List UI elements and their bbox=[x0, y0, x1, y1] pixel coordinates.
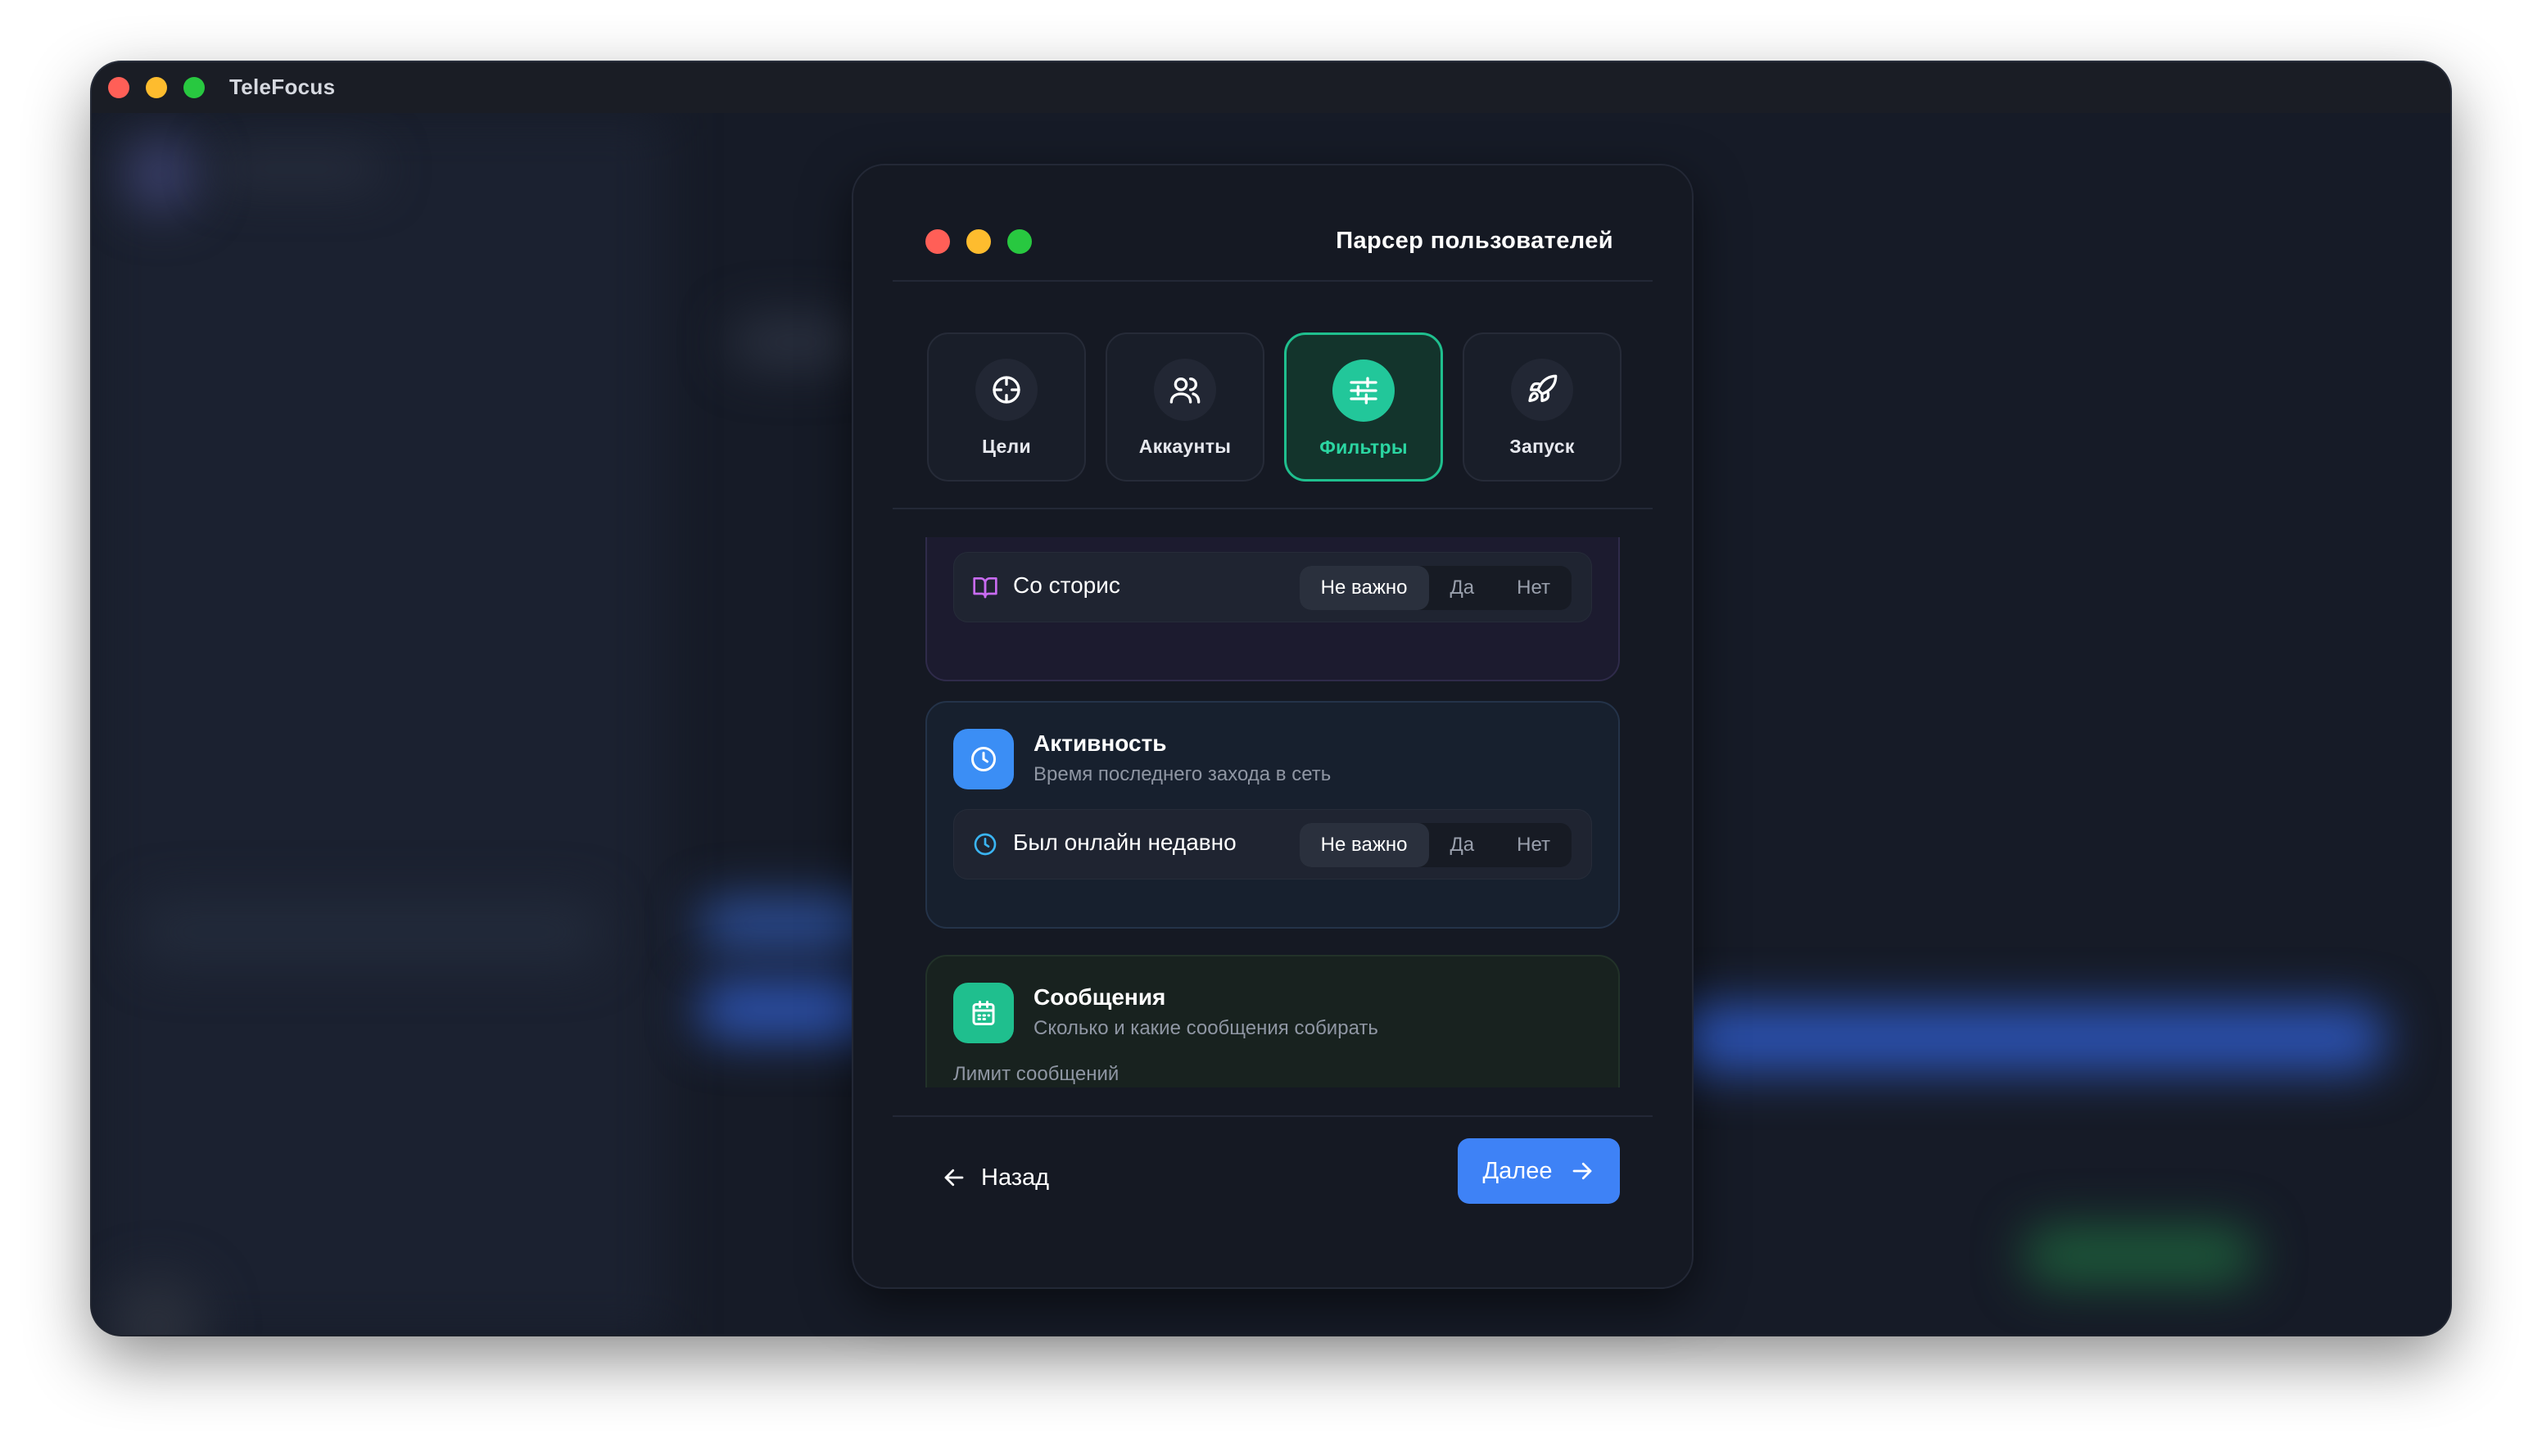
message-limit-label: Лимит сообщений bbox=[953, 1063, 1119, 1085]
zoom-window-button[interactable] bbox=[183, 77, 205, 98]
activity-title: Активность bbox=[1034, 730, 1167, 756]
step-label: Цели bbox=[982, 436, 1031, 457]
online-option-no[interactable]: Нет bbox=[1495, 823, 1572, 867]
step-label: Фильтры bbox=[1319, 436, 1408, 458]
step-accounts[interactable]: Аккаунты bbox=[1106, 332, 1264, 482]
app-titlebar: TeleFocus bbox=[92, 62, 2450, 113]
users-icon bbox=[1154, 359, 1216, 421]
step-label: Аккаунты bbox=[1138, 436, 1232, 457]
back-button-label: Назад bbox=[981, 1164, 1050, 1191]
step-launch[interactable]: Запуск bbox=[1463, 332, 1622, 482]
stories-filter-segmented: Не важно Да Нет bbox=[1299, 566, 1572, 610]
activity-subtitle: Время последнего захода в сеть bbox=[1034, 763, 1332, 785]
arrow-right-icon bbox=[1573, 1162, 1592, 1180]
header-divider bbox=[893, 280, 1653, 282]
online-option-yes[interactable]: Да bbox=[1429, 823, 1496, 867]
next-button[interactable]: Далее bbox=[1458, 1138, 1620, 1204]
modal-minimize-dot[interactable] bbox=[966, 229, 991, 254]
arrow-left-icon bbox=[944, 1169, 964, 1187]
sliders-icon bbox=[1332, 359, 1395, 422]
clock-icon bbox=[953, 729, 1014, 789]
profile-card: Со сторис Не важно Да Нет bbox=[925, 537, 1620, 681]
online-filter-row: Был онлайн недавно Не важно Да Нет bbox=[953, 809, 1592, 879]
stories-option-any[interactable]: Не важно bbox=[1299, 566, 1429, 610]
stories-option-no[interactable]: Нет bbox=[1495, 566, 1572, 610]
book-open-icon bbox=[973, 577, 997, 599]
stories-option-yes[interactable]: Да bbox=[1429, 566, 1496, 610]
footer-divider bbox=[893, 1115, 1653, 1117]
app-title: TeleFocus bbox=[229, 75, 336, 99]
modal-zoom-dot[interactable] bbox=[1007, 229, 1032, 254]
steps-divider bbox=[893, 508, 1653, 509]
next-button-label: Далее bbox=[1482, 1157, 1553, 1184]
clock-icon bbox=[974, 833, 997, 856]
stories-filter-row: Со сторис Не важно Да Нет bbox=[953, 552, 1592, 622]
step-targets[interactable]: Цели bbox=[927, 332, 1086, 482]
wizard-steps: Цели Аккаунты Фильтры Запуск bbox=[927, 332, 1622, 483]
modal-title: Парсер пользователей bbox=[1336, 228, 1613, 254]
stories-filter-label: Со сторис bbox=[1013, 572, 1120, 598]
activity-card: Активность Время последнего захода в сет… bbox=[925, 701, 1620, 929]
calendar-icon bbox=[953, 983, 1014, 1043]
rocket-icon bbox=[1511, 359, 1573, 421]
online-filter-label: Был онлайн недавно bbox=[1013, 830, 1237, 855]
messages-title: Сообщения bbox=[1034, 984, 1166, 1010]
minimize-window-button[interactable] bbox=[146, 77, 167, 98]
online-filter-segmented: Не важно Да Нет bbox=[1299, 823, 1572, 867]
step-filters[interactable]: Фильтры bbox=[1284, 332, 1443, 482]
back-button[interactable]: Назад bbox=[942, 1155, 1049, 1201]
parser-modal: Парсер пользователей Цели Аккаунты Фильт… bbox=[852, 164, 1694, 1289]
step-label: Запуск bbox=[1509, 436, 1575, 457]
close-window-button[interactable] bbox=[108, 77, 129, 98]
messages-subtitle: Сколько и какие сообщения собирать bbox=[1034, 1017, 1378, 1039]
modal-close-dot[interactable] bbox=[925, 229, 950, 254]
filters-scroll-area[interactable]: Со сторис Не важно Да Нет Активность Вре… bbox=[925, 537, 1620, 1087]
crosshair-icon bbox=[975, 359, 1038, 421]
messages-card: Сообщения Сколько и какие сообщения соби… bbox=[925, 955, 1620, 1087]
online-option-any[interactable]: Не важно bbox=[1299, 823, 1429, 867]
